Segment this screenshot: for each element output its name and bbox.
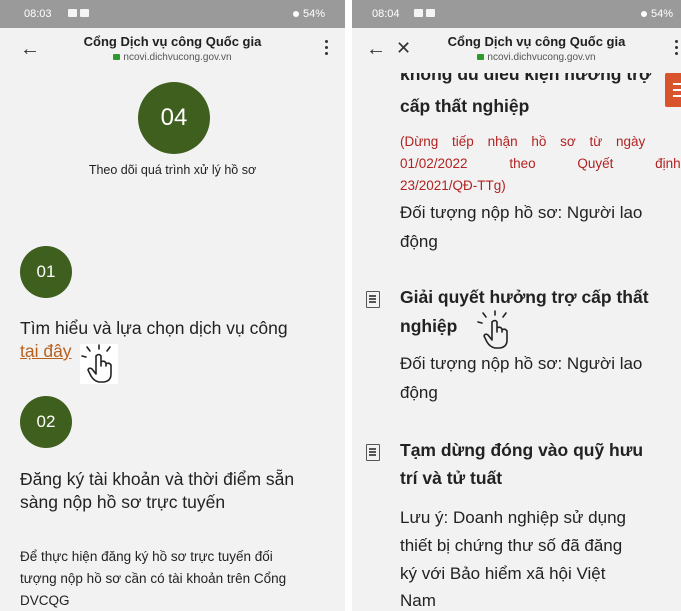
battery-level: 54% <box>650 8 673 20</box>
notification-icons <box>68 9 89 17</box>
hamburger-menu-icon[interactable] <box>665 73 681 107</box>
step-01-text: Tìm hiểu và lựa chọn dịch vụ công <box>20 318 288 338</box>
pointing-hand-icon <box>476 310 514 350</box>
step-02-text-line1: Đăng ký tài khoản và thời điểm sẵn <box>20 469 295 489</box>
status-time: 08:03 <box>24 8 52 20</box>
site-title: Cổng Dịch vụ công Quốc gia <box>447 34 626 49</box>
back-arrow-icon[interactable]: ← <box>366 38 386 61</box>
target-line1: Đối tượng nộp hồ sơ: Người lao <box>400 203 643 222</box>
lock-icon <box>113 54 121 61</box>
step-02-text-line2: sàng nộp hồ sơ trực tuyến <box>20 492 226 512</box>
url-text: ncovi.dichvucong.gov.vn <box>487 52 596 63</box>
document-icon <box>366 444 380 461</box>
note-line4: Nam <box>400 591 436 610</box>
status-time: 08:04 <box>372 8 400 20</box>
step-02-number: 02 <box>36 412 56 431</box>
item-heading-tail: cấp thất nghiệp <box>400 96 530 116</box>
item-3-title-line1[interactable]: Tạm dừng đóng vào quỹ hưu <box>400 440 643 461</box>
signal-icon <box>640 11 647 17</box>
notice-line2: 01/02/2022 theo Quyết định <box>400 156 681 171</box>
battery-level: 54% <box>302 8 325 20</box>
left-screenshot: 08:03 54% ← Cổng Dịch vụ công Quốc gia n… <box>0 0 345 611</box>
document-icon <box>366 291 380 308</box>
lock-icon <box>477 54 485 61</box>
note-line1: Để thực hiện đăng ký hồ sơ trực tuyến đố… <box>20 549 273 564</box>
kebab-menu-icon[interactable] <box>325 40 329 58</box>
note-line2: tượng nộp hồ sơ cần có tài khoản trên Cổ… <box>20 571 287 586</box>
status-bar: 08:03 54% <box>0 0 345 28</box>
notice-line3: 23/2021/QĐ-TTg) <box>400 178 506 193</box>
item-2-title-line1[interactable]: Giải quyết hưởng trợ cấp thất <box>400 287 649 308</box>
status-bar: 08:04 54% <box>352 0 681 28</box>
status-right: 54% <box>292 8 325 20</box>
step-04-label: Theo dõi quá trình xử lý hồ sơ <box>88 163 257 177</box>
signal-icon <box>292 11 299 17</box>
step-01-circle: 01 <box>20 246 72 298</box>
step-04-circle: 04 <box>138 82 210 154</box>
site-url[interactable]: ncovi.dichvucong.gov.vn <box>392 52 681 63</box>
browser-url-bar: ← Cổng Dịch vụ công Quốc gia ncovi.dichv… <box>0 28 345 72</box>
url-text: ncovi.dichvucong.gov.vn <box>123 52 232 63</box>
browser-url-bar: ← ✕ Cổng Dịch vụ công Quốc gia ncovi.dic… <box>352 28 681 72</box>
right-screenshot: 08:04 54% ← ✕ Cổng Dịch vụ công Quốc gia… <box>352 0 681 611</box>
note-line1: Lưu ý: Doanh nghiệp sử dụng <box>400 508 626 527</box>
target-line2: động <box>400 232 438 251</box>
notice-line1: (Dừng tiếp nhận hồ sơ từ ngày <box>400 134 646 149</box>
item-3-title-line2[interactable]: trí và tử tuất <box>400 468 502 489</box>
step-04-number: 04 <box>160 104 188 131</box>
item-2-title-line2[interactable]: nghiệp <box>400 316 457 337</box>
target-2-line1: Đối tượng nộp hồ sơ: Người lao <box>400 354 643 373</box>
kebab-menu-icon[interactable] <box>675 40 679 58</box>
status-right: 54% <box>640 8 673 20</box>
note-line3: DVCQG <box>20 593 70 608</box>
pointing-hand-icon <box>80 344 118 384</box>
notification-icons <box>414 9 435 17</box>
step-02-circle: 02 <box>20 396 72 448</box>
note-line3: ký với Bảo hiểm xã hội Việt <box>400 564 606 583</box>
note-line2: thiết bị chứng thư số đã đăng <box>400 536 623 555</box>
site-title: Cổng Dịch vụ công Quốc gia <box>83 34 262 49</box>
here-link[interactable]: tại đây <box>20 341 72 362</box>
target-2-line2: động <box>400 383 438 402</box>
site-url[interactable]: ncovi.dichvucong.gov.vn <box>0 52 345 63</box>
step-01-number: 01 <box>36 262 56 281</box>
